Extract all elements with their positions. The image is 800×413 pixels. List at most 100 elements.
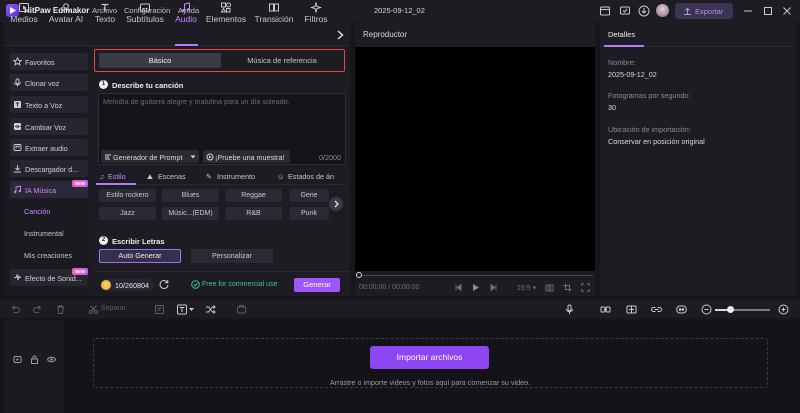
prompt-placeholder: Melodía de guitarra alegre y matutina pa… xyxy=(103,97,290,106)
aspect-ratio-select[interactable]: 16:9 ▾ xyxy=(517,284,536,292)
refresh-icon[interactable] xyxy=(158,278,170,290)
zoom-slider-handle[interactable] xyxy=(727,306,734,313)
style-tab-instrumento[interactable]: ✎ Instrumento xyxy=(206,172,255,184)
crop-icon[interactable] xyxy=(563,283,572,292)
avatar[interactable] xyxy=(656,4,669,17)
chip-musica-edm[interactable]: Músic...(EDM) xyxy=(162,207,219,220)
maximize-icon[interactable] xyxy=(762,5,774,17)
sidebar-item-label: IA Música xyxy=(25,186,57,195)
next-frame-icon[interactable] xyxy=(489,283,498,292)
tab-avatar-ai[interactable]: Avatar AI xyxy=(46,0,86,24)
tab-elementos[interactable]: Elementos xyxy=(205,0,247,24)
step-2-badge: 2 xyxy=(99,236,108,245)
chip-jazz[interactable]: Jazz xyxy=(99,207,156,220)
chips-next-icon[interactable] xyxy=(329,197,343,211)
chip-blues[interactable]: Blues xyxy=(162,189,219,202)
split-label[interactable]: Separar xyxy=(101,305,126,312)
style-tab-estados[interactable]: ☺ Estados de án xyxy=(277,172,344,184)
sidebar-item-favoritos[interactable]: Favoritos xyxy=(10,53,88,70)
download-icon xyxy=(14,165,21,173)
tab-texto[interactable]: Texto xyxy=(91,0,119,24)
sidebar-item-label: Texto a Voz xyxy=(25,101,63,110)
tab-label: Audio xyxy=(175,14,197,24)
player-viewport[interactable] xyxy=(355,47,595,271)
chip-punk[interactable]: Punk xyxy=(289,207,329,220)
layout-icon[interactable] xyxy=(599,5,611,17)
auto-generate-button[interactable]: Auto Generar xyxy=(99,249,181,263)
text-edit-icon[interactable] xyxy=(154,304,165,315)
chevron-right-icon[interactable] xyxy=(333,28,347,42)
try-sample-button[interactable]: ¡Pruebe una muestra! xyxy=(203,150,290,163)
sidebar-item-clonar-voz[interactable]: Clonar voz xyxy=(10,74,88,91)
sub-item-cancion[interactable]: Canción xyxy=(24,207,50,216)
minimize-icon[interactable] xyxy=(742,5,754,17)
split-track-icon[interactable] xyxy=(626,304,637,315)
voice-change-icon xyxy=(14,123,21,130)
scissors-icon[interactable] xyxy=(88,304,99,315)
sub-item-mis-creaciones[interactable]: Mis creaciones xyxy=(24,251,72,260)
tab-label: Filtros xyxy=(304,14,328,24)
tab-label: Elementos xyxy=(205,14,247,24)
sidebar-item-texto-a-voz[interactable]: Texto a Voz xyxy=(10,96,88,113)
snapshot-icon[interactable] xyxy=(545,283,554,292)
delete-icon[interactable] xyxy=(55,304,66,315)
generate-button[interactable]: Generar xyxy=(294,278,340,292)
previous-frame-icon[interactable] xyxy=(454,283,463,292)
style-tab-escenas[interactable]: ⛰ Escenas xyxy=(147,172,186,184)
segment-musica-de-referencia[interactable]: Música de referencia xyxy=(222,53,342,68)
text-tool-icon[interactable] xyxy=(177,304,197,315)
segment-basico[interactable]: Básico xyxy=(99,53,221,68)
player-title: Reproductor xyxy=(363,30,408,39)
undo-icon[interactable] xyxy=(10,304,21,315)
filters-icon xyxy=(310,2,322,13)
export-button[interactable]: Exportar xyxy=(675,3,733,19)
free-commercial-text: Free for commercial use xyxy=(202,281,278,288)
shuffle-icon[interactable] xyxy=(205,304,216,315)
import-files-button[interactable]: Importar archivos xyxy=(370,346,489,369)
chip-estilo-rockero[interactable]: Estilo rockero xyxy=(99,189,156,202)
sidebar-item-extraer-audio[interactable]: Extraer audio xyxy=(10,139,88,156)
credits-count: 10/260804 xyxy=(115,281,149,290)
customize-button[interactable]: Personalizar xyxy=(191,249,273,263)
redo-icon[interactable] xyxy=(32,304,43,315)
tab-detalles[interactable]: Detalles xyxy=(608,30,635,39)
sidebar-item-label: Cambiar Voz xyxy=(25,123,67,132)
fit-timeline-icon[interactable] xyxy=(676,304,687,315)
track-lock-icon[interactable] xyxy=(30,355,39,364)
zoom-out-icon[interactable] xyxy=(701,304,712,315)
zoom-in-icon[interactable] xyxy=(778,304,789,315)
tab-filtros[interactable]: Filtros xyxy=(302,0,330,24)
detach-icon[interactable] xyxy=(236,304,247,315)
tab-audio[interactable]: Audio xyxy=(171,0,201,24)
chip-gene[interactable]: Gene xyxy=(289,189,329,202)
chip-rnb[interactable]: R&B xyxy=(225,207,282,220)
close-icon[interactable] xyxy=(781,5,793,17)
transition-icon xyxy=(269,3,279,12)
step-1-badge: 1 xyxy=(99,80,108,89)
sidebar-item-descargador[interactable]: Descargador d... xyxy=(10,160,88,177)
chain-icon[interactable] xyxy=(651,304,662,315)
play-icon[interactable] xyxy=(471,283,480,292)
link-clips-icon[interactable] xyxy=(600,304,611,315)
sub-item-instrumental[interactable]: Instrumental xyxy=(24,229,64,238)
subtitles-icon xyxy=(140,3,150,12)
ai-music-icon xyxy=(14,185,21,194)
mic-record-icon[interactable] xyxy=(564,304,575,315)
download-arrow-icon[interactable] xyxy=(638,5,650,17)
sidebar-item-cambiar-voz[interactable]: Cambiar Voz xyxy=(10,118,88,135)
tab-medios[interactable]: Medios xyxy=(8,0,40,24)
chip-reggae[interactable]: Reggae xyxy=(225,189,282,202)
feedback-icon[interactable] xyxy=(619,5,631,17)
style-tab-label: Instrumento xyxy=(217,172,255,181)
player-progress-track[interactable] xyxy=(359,275,593,276)
fullscreen-icon[interactable] xyxy=(581,283,590,292)
tab-label: Texto xyxy=(94,14,116,24)
tab-subtitulos[interactable]: Subtítulos xyxy=(124,0,166,24)
prompt-generator-button[interactable]: Generador de Prompt xyxy=(101,150,199,163)
coin-icon xyxy=(101,280,111,290)
player-progress-handle[interactable] xyxy=(356,272,362,278)
tab-transicion[interactable]: Transición xyxy=(254,0,294,24)
track-visibility-icon[interactable] xyxy=(47,355,56,364)
detail-value-ubicacion: Conservar en posición original xyxy=(608,137,705,146)
style-tab-label: Estilo xyxy=(108,172,126,181)
